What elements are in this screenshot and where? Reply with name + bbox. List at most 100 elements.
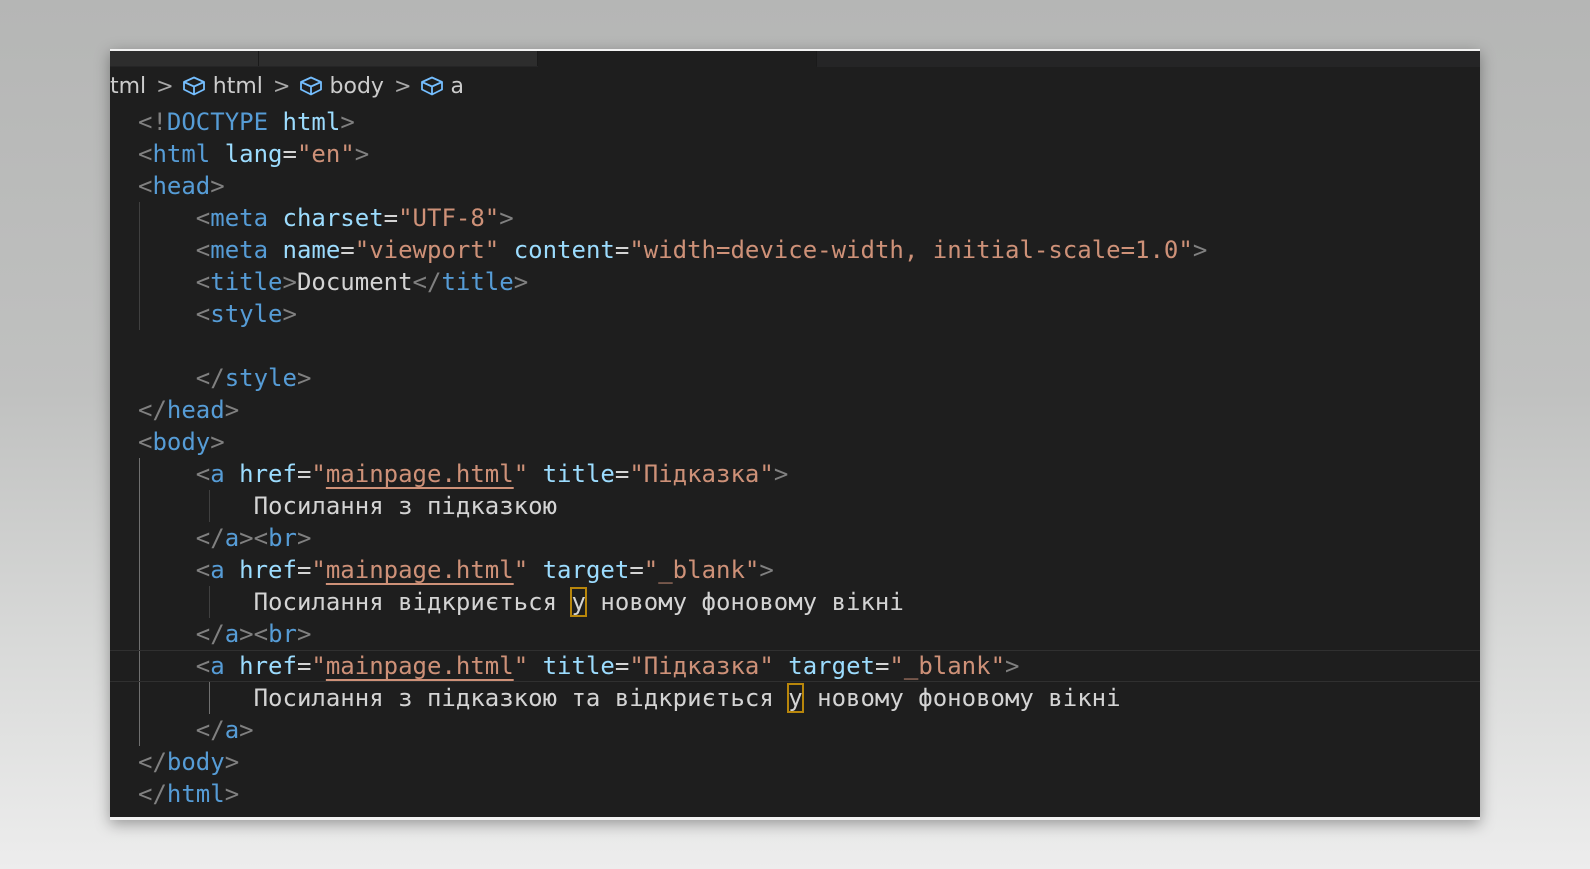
attribute-name-token: charset [282, 204, 384, 232]
punctuation-token: </ [138, 396, 167, 424]
breadcrumb-item-html[interactable]: html [182, 74, 263, 99]
tag-name-token: style [224, 364, 297, 392]
code-line[interactable]: </body> [110, 746, 1480, 778]
code-line[interactable]: </a><br> [110, 522, 1480, 554]
attribute-value-token: "UTF-8" [398, 204, 500, 232]
code-line[interactable]: </style> [110, 362, 1480, 394]
breadcrumb-item-body[interactable]: body [299, 74, 384, 99]
attribute-value-token: "width=device-width, initial-scale=1.0" [629, 236, 1193, 264]
breadcrumb: tml > html > body > a [110, 72, 464, 100]
code-line[interactable]: <html lang="en"> [110, 138, 1480, 170]
code-editor[interactable]: tml > html > body > a <!DOCTYPE html> <h… [110, 49, 1480, 820]
punctuation-token: </ [138, 780, 167, 808]
code-line[interactable]: <title>Document</title> [110, 266, 1480, 298]
code-line[interactable]: <head> [110, 170, 1480, 202]
text-token: новому фоновому вікні [802, 684, 1121, 712]
cube-icon [299, 76, 323, 96]
text-token: = [629, 556, 644, 584]
text-token: = [282, 140, 297, 168]
editor-tab[interactable] [110, 51, 259, 66]
code-line[interactable]: <a href="mainpage.html" target="_blank"> [110, 554, 1480, 586]
punctuation-token: < [195, 268, 211, 296]
punctuation-token: < [195, 556, 211, 584]
punctuation-token: > [499, 204, 514, 232]
chevron-right-icon: > [156, 74, 174, 98]
code-line[interactable]: <a href="mainpage.html" title="Підказка"… [110, 650, 1480, 682]
link-token[interactable]: mainpage.html [326, 460, 514, 488]
code-line[interactable]: <style> [110, 298, 1480, 330]
punctuation-token: > [224, 748, 240, 776]
tag-name-token: a [210, 460, 225, 488]
breadcrumb-label: html [212, 73, 263, 99]
punctuation-token: </ [138, 748, 167, 776]
tag-name-token: br [268, 524, 297, 552]
text-token: = [296, 460, 312, 488]
attribute-value-token: " [513, 652, 529, 680]
text-token: = [340, 236, 355, 264]
code-line[interactable]: </head> [110, 394, 1480, 426]
code-line[interactable]: <!DOCTYPE html> [110, 106, 1480, 138]
punctuation-token: > [210, 428, 225, 456]
code-line[interactable]: Посилання з підказкою [110, 490, 1480, 522]
attribute-name-token: title [542, 652, 615, 680]
attribute-value-token: " [311, 460, 326, 488]
attribute-value-token: " [311, 556, 326, 584]
attribute-value-token: " [513, 460, 529, 488]
punctuation-token: > [513, 268, 529, 296]
editor-tab-active[interactable] [538, 51, 817, 67]
code-line[interactable] [110, 330, 1480, 362]
punctuation-token: < [195, 652, 211, 680]
text-token: Document [296, 268, 413, 296]
punctuation-token: </ [195, 716, 225, 744]
code-line[interactable]: <meta name="viewport" content="width=dev… [110, 234, 1480, 266]
text-token: = [614, 652, 630, 680]
attribute-value-token: " [513, 556, 529, 584]
punctuation-token: < [195, 236, 211, 264]
cube-icon [182, 76, 206, 96]
punctuation-token: </ [195, 620, 225, 648]
code-line[interactable]: <body> [110, 426, 1480, 458]
attribute-name-token: href [239, 556, 297, 584]
attribute-name-token: title [542, 460, 615, 488]
attribute-name-token: content [513, 236, 615, 264]
punctuation-token: > [1005, 652, 1020, 680]
code-line[interactable]: Посилання відкриється у новому фоновому … [110, 586, 1480, 618]
punctuation-token: >< [239, 620, 269, 648]
text-token: Посилання з підказкою та відкриється [138, 684, 789, 712]
code-line[interactable]: <a href="mainpage.html" title="Підказка"… [110, 458, 1480, 490]
link-token[interactable]: mainpage.html [326, 556, 514, 584]
text-token: = [296, 556, 312, 584]
attribute-name-token: target [542, 556, 630, 584]
punctuation-token: > [282, 300, 297, 328]
punctuation-token: > [282, 268, 297, 296]
code-line[interactable]: Посилання з підказкою та відкриється у н… [110, 682, 1480, 714]
breadcrumb-item-a[interactable]: a [420, 74, 464, 99]
code-line[interactable]: </a><br> [110, 618, 1480, 650]
text-token: = [383, 204, 399, 232]
attribute-value-token: "viewport" [354, 236, 500, 264]
code-line[interactable]: </html> [110, 778, 1480, 810]
chevron-right-icon: > [393, 74, 412, 98]
editor-tab[interactable] [259, 51, 538, 66]
attribute-value-token: "Підказка" [629, 652, 774, 680]
tag-name-token: DOCTYPE [166, 108, 269, 136]
attribute-value-token: "Підказка" [629, 460, 774, 488]
highlighted-char: у [570, 587, 587, 617]
code-line[interactable]: <meta charset="UTF-8"> [110, 202, 1480, 234]
link-token[interactable]: mainpage.html [326, 652, 514, 680]
attribute-value-token: " [311, 652, 326, 680]
breadcrumb-file[interactable]: tml [110, 74, 146, 99]
highlighted-char: у [787, 683, 804, 713]
code-line[interactable]: </a> [110, 714, 1480, 746]
